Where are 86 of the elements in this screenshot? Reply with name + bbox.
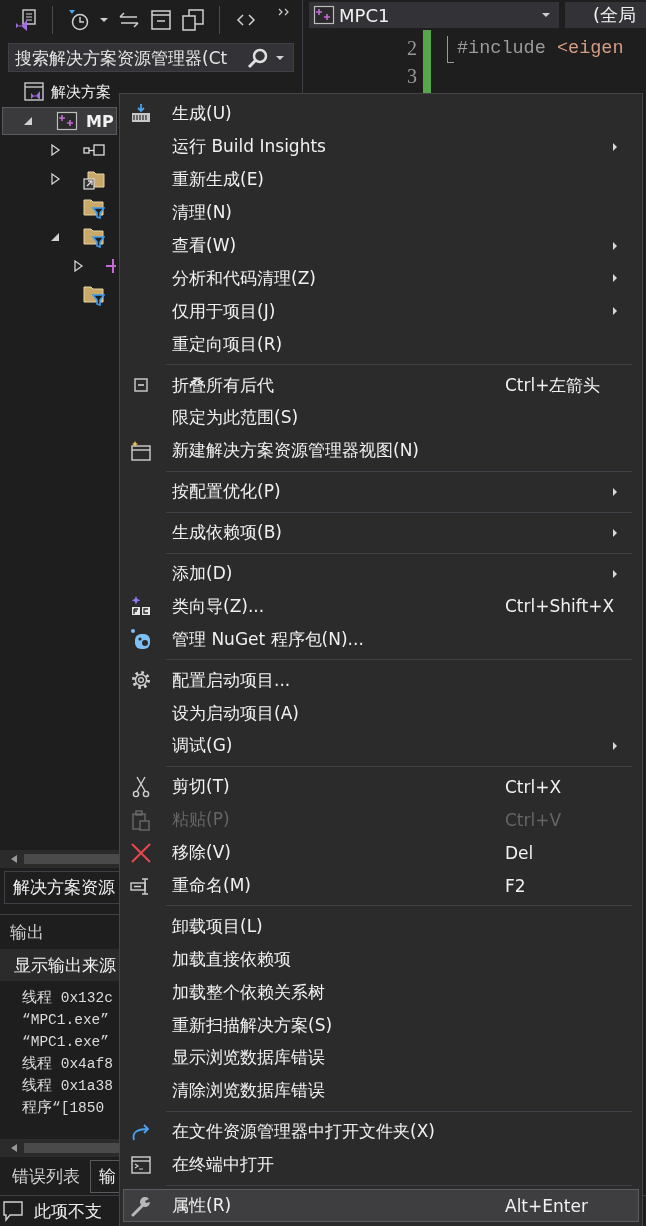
history-icon[interactable] <box>67 8 91 32</box>
menu-item[interactable]: 新建解决方案资源管理器视图(N) <box>123 434 639 468</box>
project-icon <box>313 4 335 26</box>
scissors-icon <box>130 775 152 798</box>
shortcut-text: Ctrl+X <box>505 776 562 797</box>
menu-item[interactable]: 折叠所有后代 Ctrl+左箭头 <box>123 368 639 402</box>
new-window-icon <box>130 439 152 462</box>
shortcut-text: Ctrl+Shift+X <box>505 596 615 617</box>
output-line: “MPC1.exe” <box>21 1033 109 1053</box>
menu-item[interactable]: 在文件资源管理器中打开文件夹(X) <box>123 1115 639 1149</box>
menu-item[interactable]: 仅用于项目(J) <box>123 294 639 328</box>
scroll-left-icon[interactable] <box>10 1143 18 1154</box>
menu-item[interactable]: 管理 NuGet 程序包(N)... <box>123 622 639 656</box>
shortcut-text: Ctrl+左箭头 <box>505 374 601 395</box>
panel-tab[interactable]: 错误列表 <box>4 1160 88 1192</box>
menu-item[interactable]: 查看(W) <box>123 229 639 262</box>
collapsed-arrow-icon[interactable] <box>49 144 61 156</box>
comment-icon <box>2 1200 24 1222</box>
menu-item[interactable]: 运行 Build Insights <box>123 130 639 164</box>
menu-item[interactable]: 显示浏览数据库错误 <box>123 1041 639 1075</box>
line-number: 3 <box>406 64 418 89</box>
code-line: #include <eigen <box>457 37 624 59</box>
output-line: 线程 0x132c <box>21 988 113 1009</box>
menu-item[interactable]: 属性(R) Alt+Enter <box>123 1189 639 1222</box>
menu-item[interactable]: 添加(D) <box>123 557 639 590</box>
settings-icon <box>130 669 152 692</box>
menu-item[interactable]: 生成依赖项(B) <box>123 516 639 550</box>
project-icon <box>56 110 78 132</box>
collapsed-arrow-icon[interactable] <box>72 260 84 272</box>
shortcut-text: Alt+Enter <box>505 1195 588 1216</box>
collapse-all-icon[interactable] <box>149 8 173 32</box>
shortcut-text: F2 <box>505 875 526 896</box>
caret-icon[interactable] <box>541 12 551 18</box>
expanded-arrow-icon[interactable] <box>49 231 61 243</box>
scope-dropdown[interactable]: (全局 <box>565 2 646 28</box>
menu-item[interactable]: 清理(N) <box>123 196 639 230</box>
terminal-icon <box>130 1153 152 1176</box>
fold-line <box>447 36 454 63</box>
wrench-icon <box>130 1194 152 1217</box>
menu-item[interactable]: 在终端中打开 <box>123 1148 639 1182</box>
shortcut-text: Del <box>505 842 534 863</box>
scroll-left-icon[interactable] <box>10 854 18 865</box>
menu-item[interactable]: 清除浏览数据库错误 <box>123 1074 639 1108</box>
line-number: 2 <box>406 36 418 61</box>
solution-explorer-icon[interactable] <box>14 8 38 32</box>
status-text: 此项不支 <box>34 1199 102 1223</box>
menu-item[interactable]: 重新生成(E) <box>123 163 639 197</box>
menu-item[interactable]: 分析和代码清理(Z) <box>123 261 639 295</box>
search-field[interactable]: 搜索解决方案资源管理器(Ct <box>8 43 294 72</box>
filter-folder-icon <box>83 226 105 248</box>
collapsed-arrow-icon[interactable] <box>49 173 61 185</box>
filter-folder-icon <box>83 284 105 306</box>
copy-icon[interactable] <box>181 8 205 32</box>
build-icon <box>130 102 152 125</box>
menu-item[interactable]: 移除(V) Del <box>123 836 639 870</box>
tree-item[interactable]: 解决方案 <box>2 78 117 106</box>
output-line: 程序“[1850 <box>21 1098 105 1119</box>
filter-folder-icon <box>83 197 105 219</box>
solution-icon <box>23 81 45 103</box>
remove-icon <box>130 841 152 864</box>
folder-shortcut-icon <box>83 168 105 190</box>
menu-item[interactable]: 类向导(Z)... Ctrl+Shift+X <box>123 589 639 623</box>
clipboard-icon <box>130 808 152 831</box>
menu-item[interactable]: 剪切(T) Ctrl+X <box>123 770 639 804</box>
output-line: 线程 0x1a38 <box>21 1076 113 1097</box>
shortcut-text: Ctrl+V <box>505 809 562 830</box>
menu-item[interactable]: 设为启动项目(A) <box>123 696 639 730</box>
package-icon <box>130 628 152 651</box>
search-icon[interactable] <box>247 46 269 69</box>
menu-item[interactable]: 配置启动项目... <box>123 663 639 697</box>
output-line: “MPC1.exe” <box>21 1011 109 1031</box>
project-dropdown[interactable]: MPC1 <box>309 2 559 28</box>
tree-item[interactable]: MP <box>2 107 117 135</box>
caret-icon[interactable] <box>275 54 285 61</box>
menu-item[interactable]: 重命名(M) F2 <box>123 869 639 902</box>
menu-item[interactable]: 重新扫描解决方案(S) <box>123 1008 639 1042</box>
overflow-icon[interactable] <box>278 8 290 16</box>
menu-item[interactable]: 生成(U) <box>123 97 639 131</box>
class-wizard-icon <box>130 595 152 618</box>
menu-item[interactable]: 重定向项目(R) <box>123 327 639 361</box>
menu-item[interactable]: 调试(G) <box>123 729 639 763</box>
expanded-arrow-icon[interactable] <box>22 115 34 127</box>
menu-item[interactable]: 按配置优化(P) <box>123 475 639 509</box>
menu-item[interactable]: 限定为此范围(S) <box>123 401 639 435</box>
output-line: 线程 0x4af8 <box>21 1054 113 1075</box>
caret-icon[interactable] <box>99 17 109 23</box>
